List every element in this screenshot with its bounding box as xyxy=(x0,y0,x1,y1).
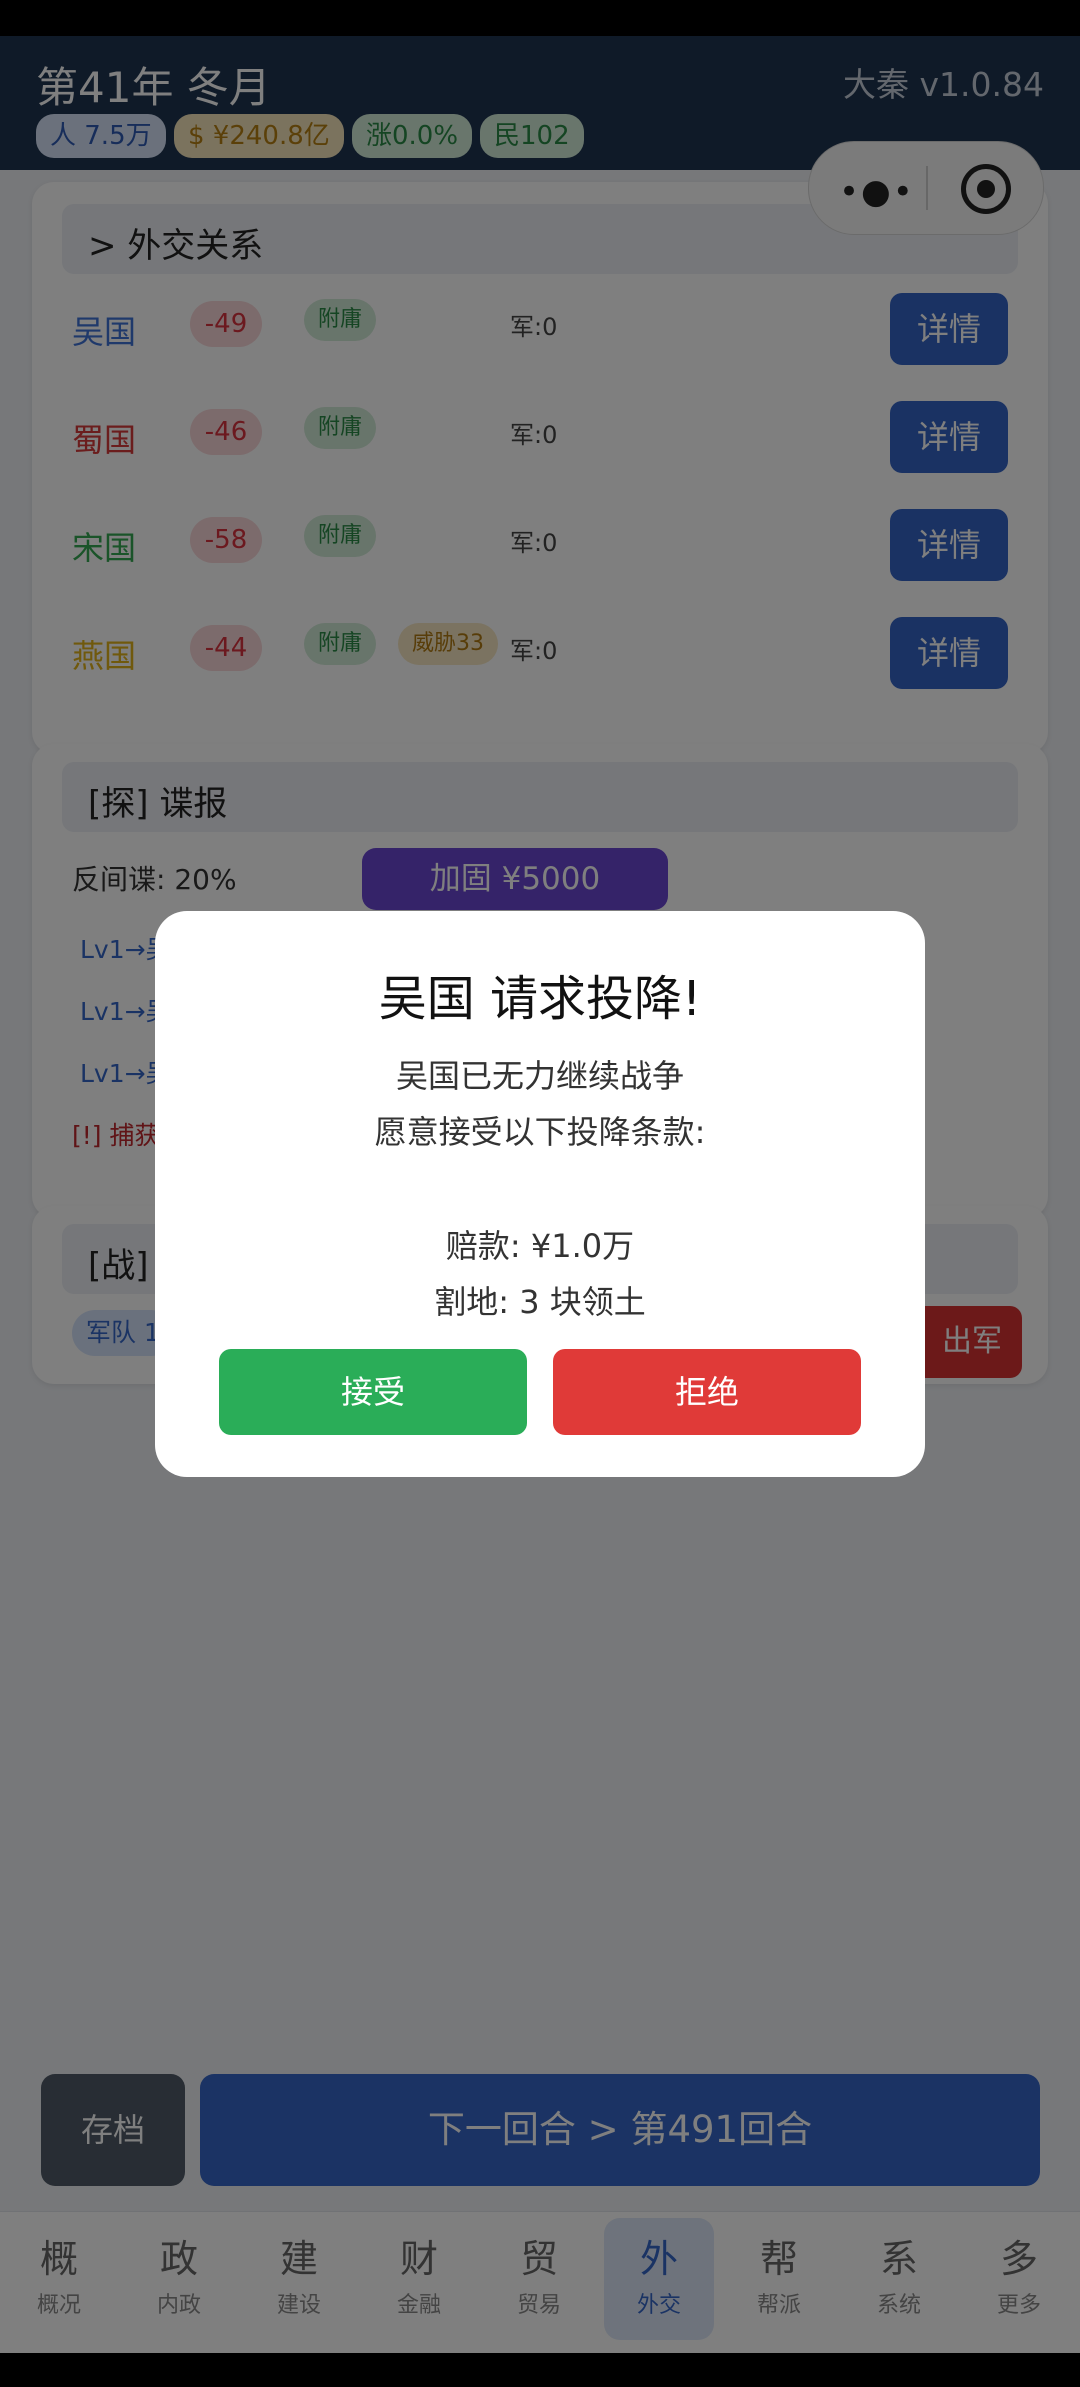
accept-button[interactable]: 接受 xyxy=(219,1349,527,1435)
system-nav-bar xyxy=(0,2353,1080,2387)
reject-button[interactable]: 拒绝 xyxy=(553,1349,861,1435)
dialog-title: 吴国 请求投降! xyxy=(378,971,702,1027)
territory-term: 割地: 3 块领土 xyxy=(434,1283,646,1321)
app-screen: 第41年 冬月 大秦 v1.0.84 人 7.5万 $ ¥240.8亿 涨0.0… xyxy=(0,36,1080,2353)
surrender-dialog: 吴国 请求投降! 吴国已无力继续战争 愿意接受以下投降条款: 赔款: ¥1.0万… xyxy=(155,911,925,1477)
dialog-message: 愿意接受以下投降条款: xyxy=(374,1113,706,1151)
indemnity-term: 赔款: ¥1.0万 xyxy=(445,1227,635,1265)
dialog-message: 吴国已无力继续战争 xyxy=(395,1057,684,1095)
